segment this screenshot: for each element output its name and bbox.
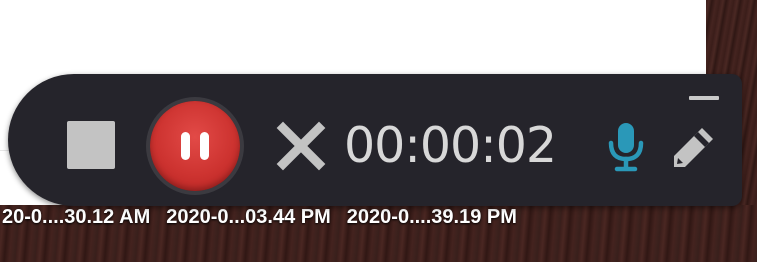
pause-icon [181, 132, 190, 160]
recording-timer: 00:00:02 [344, 117, 557, 174]
pause-icon [200, 132, 209, 160]
desktop-file-labels: 20-0....30.12 AM 2020-0...03.44 PM 2020-… [0, 202, 757, 232]
close-icon [276, 121, 326, 171]
pencil-button[interactable] [671, 124, 717, 170]
microphone-button[interactable] [607, 121, 645, 173]
pencil-icon [674, 128, 713, 167]
pause-button[interactable] [150, 101, 240, 191]
minimize-icon[interactable] [689, 96, 719, 100]
close-button[interactable] [276, 121, 326, 171]
desktop-file-label[interactable]: 20-0....30.12 AM [2, 202, 150, 232]
microphone-icon [608, 123, 644, 172]
desktop-file-label[interactable]: 2020-0...03.44 PM [166, 202, 331, 232]
stop-button[interactable] [67, 121, 115, 169]
desktop-file-label[interactable]: 2020-0....39.19 PM [347, 202, 517, 232]
